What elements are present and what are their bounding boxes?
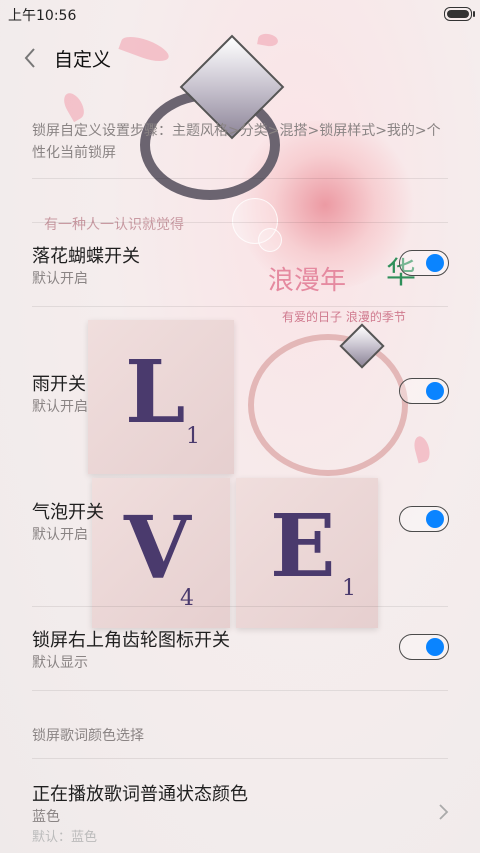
battery-icon: [444, 7, 475, 21]
lyrics-color-default: 默认：蓝色: [32, 830, 98, 845]
divider: [32, 178, 448, 179]
setting-sublabel: 默认开启: [32, 399, 88, 415]
chevron-left-icon: [24, 48, 35, 68]
setting-row-gear-icon[interactable]: 锁屏右上角齿轮图标开关 默认显示: [0, 606, 480, 690]
rain-toggle[interactable]: [399, 378, 449, 404]
setting-sublabel: 默认显示: [32, 655, 88, 671]
title-bar: 自定义: [0, 28, 480, 88]
petal-butterfly-toggle[interactable]: [399, 250, 449, 276]
bubble-toggle[interactable]: [399, 506, 449, 532]
setting-label: 雨开关: [32, 374, 86, 395]
status-bar: 上午10:56: [0, 0, 480, 28]
setting-sublabel: 默认开启: [32, 271, 88, 287]
lyrics-color-section-header: 锁屏歌词颜色选择: [32, 728, 144, 744]
setting-label: 气泡开关: [32, 502, 104, 523]
divider: [32, 306, 448, 307]
setting-sublabel: 默认开启: [32, 527, 88, 543]
gear-icon-toggle[interactable]: [399, 634, 449, 660]
setting-label: 落花蝴蝶开关: [32, 246, 140, 267]
divider: [32, 690, 448, 691]
setting-row-petal-butterfly[interactable]: 落花蝴蝶开关 默认开启: [0, 222, 480, 306]
lyrics-color-label: 正在播放歌词普通状态颜色: [32, 784, 248, 805]
setup-description: 锁屏自定义设置步骤：主题风格>分类>混搭>锁屏样式>我的>个性化当前锁屏: [32, 123, 441, 161]
setting-row-rain[interactable]: 雨开关 默认开启: [0, 350, 480, 434]
settings-content: 锁屏自定义设置步骤：主题风格>分类>混搭>锁屏样式>我的>个性化当前锁屏 落花蝴…: [0, 0, 480, 853]
lyrics-color-value: 蓝色: [32, 809, 60, 825]
status-time: 上午10:56: [8, 8, 77, 24]
setting-label: 锁屏右上角齿轮图标开关: [32, 630, 230, 651]
divider: [32, 758, 448, 759]
chevron-right-icon: [439, 804, 449, 820]
back-button[interactable]: [18, 43, 42, 73]
setting-row-bubble[interactable]: 气泡开关 默认开启: [0, 478, 480, 562]
page-title: 自定义: [54, 49, 112, 71]
